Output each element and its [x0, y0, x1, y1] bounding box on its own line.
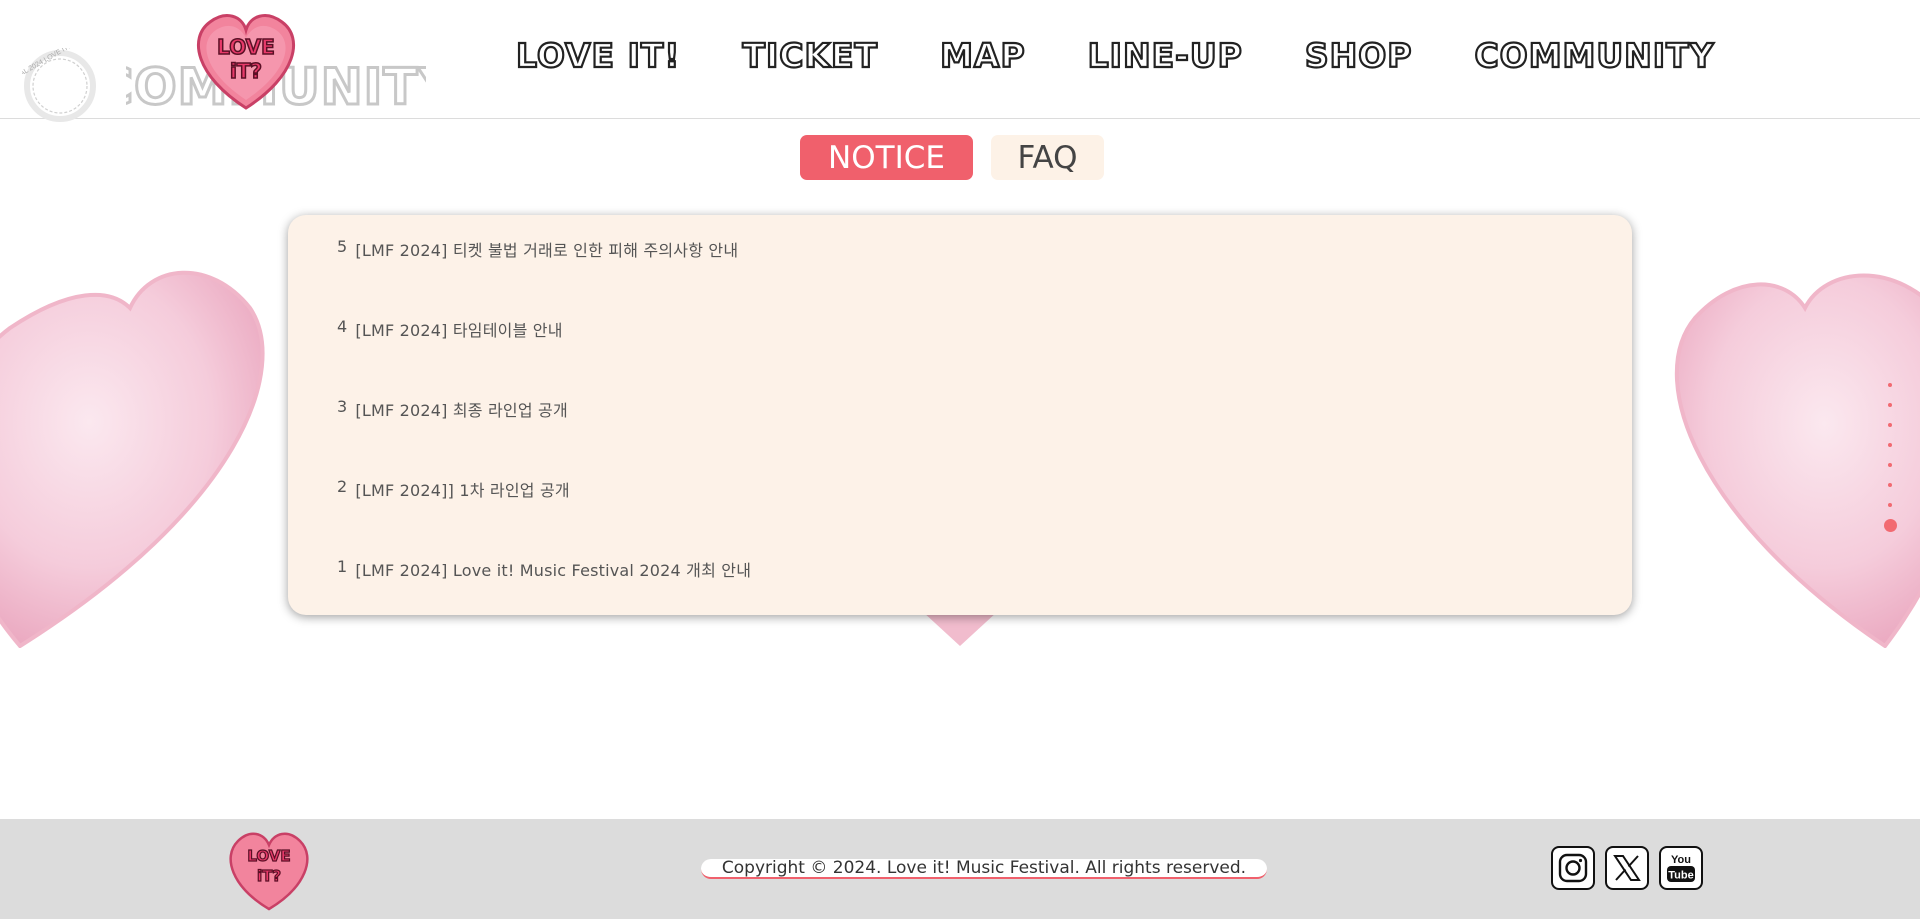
- festival-badge-icon: FESTIVAL 2024 LOVE IT! MUSIC: [22, 48, 96, 122]
- notice-item[interactable]: 2 [LMF 2024]] 1차 라인업 공개: [337, 477, 1632, 557]
- svg-text:Tube: Tube: [1668, 870, 1693, 882]
- section-dot[interactable]: [1888, 423, 1892, 427]
- nav-shop[interactable]: SHOP: [1304, 35, 1413, 76]
- site-header: FESTIVAL 2024 LOVE IT! MUSIC COMMUNITY L…: [0, 0, 1920, 122]
- nav-ticket[interactable]: TICKET: [741, 35, 878, 76]
- notice-item[interactable]: 1 [LMF 2024] Love it! Music Festival 202…: [337, 557, 1632, 637]
- instagram-icon[interactable]: [1551, 846, 1595, 890]
- section-dot[interactable]: [1888, 503, 1892, 507]
- notice-title[interactable]: [LMF 2024] Love it! Music Festival 2024 …: [355, 557, 751, 637]
- background-heart-left: [0, 270, 265, 648]
- notice-number: 4: [337, 317, 348, 336]
- notice-item[interactable]: 5 [LMF 2024] 티켓 불법 거래로 인한 피해 주의사항 안내: [337, 237, 1632, 317]
- notice-number: 1: [337, 557, 348, 576]
- youtube-icon[interactable]: You Tube: [1659, 846, 1703, 890]
- section-dot[interactable]: [1888, 383, 1892, 387]
- board-tabs: NOTICE FAQ: [800, 135, 1104, 180]
- copyright-text: Copyright © 2024. Love it! Music Festiva…: [721, 858, 1247, 878]
- section-dot[interactable]: [1888, 483, 1892, 487]
- main-nav: LOVE IT! TICKET MAP LINE-UP SHOP COMMUNI…: [515, 35, 1715, 76]
- nav-community[interactable]: COMMUNITY: [1473, 35, 1714, 76]
- notice-title[interactable]: [LMF 2024] 최종 라인업 공개: [355, 397, 568, 477]
- notice-panel: 5 [LMF 2024] 티켓 불법 거래로 인한 피해 주의사항 안내 4 […: [288, 215, 1632, 615]
- section-dot-active[interactable]: [1883, 519, 1897, 532]
- social-links: You Tube: [1551, 846, 1703, 890]
- background-heart-right: [1674, 273, 1920, 648]
- notice-item[interactable]: 4 [LMF 2024] 타임테이블 안내: [337, 317, 1632, 397]
- notice-number: 5: [337, 237, 348, 256]
- svg-text:LOVE: LOVE: [217, 35, 275, 59]
- svg-text:You: You: [1671, 854, 1691, 866]
- section-dot[interactable]: [1888, 443, 1892, 447]
- notice-title[interactable]: [LMF 2024]] 1차 라인업 공개: [355, 477, 569, 557]
- community-logo[interactable]: COMMUNITY LOVE iT?: [126, 8, 426, 116]
- x-icon[interactable]: [1605, 846, 1649, 890]
- notice-title[interactable]: [LMF 2024] 타임테이블 안내: [355, 317, 562, 397]
- site-footer: LOVE iT? Copyright © 2024. Love it! Musi…: [0, 819, 1920, 919]
- tab-notice[interactable]: NOTICE: [800, 135, 973, 180]
- notice-number: 2: [337, 477, 348, 496]
- notice-title[interactable]: [LMF 2024] 티켓 불법 거래로 인한 피해 주의사항 안내: [355, 237, 738, 317]
- nav-map[interactable]: MAP: [939, 35, 1026, 76]
- notice-item[interactable]: 3 [LMF 2024] 최종 라인업 공개: [337, 397, 1632, 477]
- section-dot[interactable]: [1888, 403, 1892, 407]
- svg-text:iT?: iT?: [230, 59, 262, 83]
- nav-line-up[interactable]: LINE-UP: [1087, 35, 1243, 76]
- notice-list: 5 [LMF 2024] 티켓 불법 거래로 인한 피해 주의사항 안내 4 […: [288, 215, 1632, 637]
- section-dot-nav: [1883, 383, 1897, 548]
- tab-faq[interactable]: FAQ: [991, 135, 1104, 180]
- footer-logo-heart-icon[interactable]: LOVE iT?: [222, 827, 316, 911]
- svg-text:iT?: iT?: [257, 867, 281, 885]
- section-dot[interactable]: [1888, 463, 1892, 467]
- copyright-bar: Copyright © 2024. Love it! Music Festiva…: [701, 858, 1267, 879]
- svg-text:LOVE: LOVE: [247, 847, 290, 865]
- notice-number: 3: [337, 397, 348, 416]
- nav-love-it[interactable]: LOVE IT!: [515, 35, 681, 76]
